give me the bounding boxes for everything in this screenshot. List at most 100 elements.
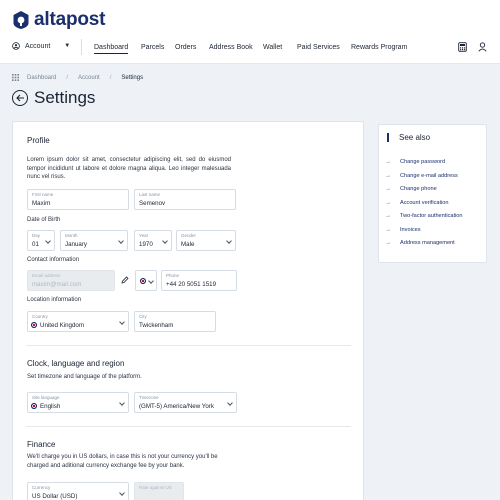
calculator-icon[interactable]: [458, 42, 467, 52]
finance-description: We'll charge you in US dollars, in case …: [27, 454, 218, 469]
arrow-right-icon: →: [385, 240, 391, 246]
email-label: Email address: [32, 273, 61, 278]
section-divider: [26, 345, 351, 346]
email-value: maxim@mail.com: [32, 281, 82, 288]
profile-title: Profile: [27, 136, 50, 145]
phone-label: Phone: [166, 273, 180, 278]
breadcrumb: Dashboard / Account / Settings: [12, 74, 143, 81]
see-also-link[interactable]: → Change e-mail address: [385, 173, 458, 179]
clock-description: Set timezone and language of the platfor…: [27, 374, 142, 380]
timezone-select[interactable]: Timezone (GMT-5) America/New York: [134, 392, 237, 413]
uk-flag-icon: [140, 278, 146, 284]
chevron-down-icon: [119, 490, 125, 496]
nav-orders[interactable]: Orders: [175, 44, 196, 51]
first-name-field[interactable]: First name Maxim: [27, 189, 129, 210]
brand-name: altapost: [34, 9, 106, 30]
link-label: Account verification: [400, 200, 449, 206]
chevron-down-icon: [162, 238, 168, 244]
see-also-card: See also → Change password → Change e-mail…: [378, 124, 487, 263]
link-label: Address management: [400, 240, 455, 246]
contact-label: Contact information: [27, 257, 80, 263]
page-header: Settings: [12, 88, 95, 108]
link-label: Change password: [400, 159, 446, 165]
email-field: Email address maxim@mail.com: [27, 270, 115, 291]
gender-value: Male: [181, 241, 195, 248]
see-also-title: See also: [387, 133, 430, 142]
user-circle-icon: [12, 42, 20, 50]
nav-parcels[interactable]: Parcels: [141, 44, 164, 51]
nav-paid-services[interactable]: Paid Services: [297, 44, 340, 51]
last-name-value: Semenov: [139, 200, 166, 207]
year-value: 1970: [139, 241, 153, 248]
timezone-value: (GMT-5) America/New York: [139, 403, 214, 410]
arrow-right-icon: →: [385, 186, 391, 192]
settings-card: Profile Lorem ipsum dolor sit amet, cons…: [12, 121, 364, 500]
month-label: Month: [65, 233, 78, 238]
chevron-down-icon: [119, 400, 125, 406]
breadcrumb-dashboard[interactable]: Dashboard: [27, 75, 56, 81]
link-label: Two-factor authentication: [400, 213, 463, 219]
phone-value: +44 20 5051 1519: [166, 281, 217, 288]
day-value: 01: [32, 241, 39, 248]
location-label: Location information: [27, 297, 82, 303]
site-language-select[interactable]: Site language English: [27, 392, 129, 413]
see-also-link[interactable]: → Two-factor authentication: [385, 213, 463, 219]
last-name-label: Last name: [139, 192, 161, 197]
city-field[interactable]: City Twickenham: [134, 311, 216, 332]
chevron-down-icon: [45, 238, 51, 244]
nav-dashboard[interactable]: Dashboard: [94, 44, 129, 54]
month-value: January: [65, 241, 88, 248]
nav-wallet[interactable]: Wallet: [263, 44, 282, 51]
user-icon[interactable]: [478, 42, 487, 52]
timezone-label: Timezone: [139, 395, 159, 400]
back-button[interactable]: [12, 90, 28, 106]
top-header: altapost Account ▼ Dashboard Parcels Ord…: [0, 0, 500, 64]
uk-flag-icon: [31, 322, 37, 328]
currency-label: Currency: [32, 485, 51, 490]
see-also-link[interactable]: → Address management: [385, 240, 455, 246]
breadcrumb-separator: /: [109, 74, 112, 81]
see-also-link[interactable]: → Change phone: [385, 186, 437, 192]
country-select[interactable]: Country United Kingdom: [27, 311, 129, 332]
currency-select[interactable]: Currency US Dollar (USD): [27, 482, 129, 500]
grid-icon[interactable]: [12, 74, 19, 81]
clock-title: Clock, language and region: [27, 359, 125, 368]
arrow-left-icon: [15, 94, 24, 102]
logo[interactable]: altapost: [12, 9, 105, 31]
last-name-field[interactable]: Last name Semenov: [134, 189, 236, 210]
day-select[interactable]: Day 01: [27, 230, 55, 251]
account-menu[interactable]: Account ▼: [12, 42, 70, 50]
see-also-link[interactable]: → Account verification: [385, 200, 449, 206]
site-language-label: Site language: [32, 395, 60, 400]
arrow-right-icon: →: [385, 227, 391, 233]
accent-bar: [387, 133, 389, 142]
country-value: United Kingdom: [40, 322, 85, 329]
month-select[interactable]: Month January: [60, 230, 128, 251]
header-divider: [81, 39, 82, 55]
phone-country-select[interactable]: [135, 270, 157, 291]
exchange-rate-field: Rate against US: [134, 482, 184, 500]
year-select[interactable]: Year 1970: [134, 230, 172, 251]
first-name-label: First name: [32, 192, 54, 197]
chevron-down-icon: [227, 400, 233, 406]
gender-label: Gender: [181, 233, 197, 238]
year-label: Year: [139, 233, 149, 238]
link-label: Change e-mail address: [400, 173, 458, 179]
breadcrumb-account[interactable]: Account: [78, 75, 100, 81]
breadcrumb-separator: /: [66, 74, 69, 81]
day-label: Day: [32, 233, 41, 238]
phone-field[interactable]: Phone +44 20 5051 1519: [161, 270, 237, 291]
see-also-link[interactable]: → Invoices: [385, 227, 421, 233]
chevron-down-icon: [226, 238, 232, 244]
arrow-right-icon: →: [385, 173, 391, 179]
currency-value: US Dollar (USD): [32, 493, 78, 500]
nav-address-book[interactable]: Address Book: [209, 44, 253, 51]
nav-rewards-program[interactable]: Rewards Program: [351, 44, 407, 51]
arrow-right-icon: →: [385, 159, 391, 165]
chevron-down-icon: [118, 238, 124, 244]
site-language-value: English: [40, 403, 61, 410]
arrow-right-icon: →: [385, 200, 391, 206]
pencil-icon[interactable]: [121, 276, 129, 284]
see-also-link[interactable]: → Change password: [385, 159, 445, 165]
gender-select[interactable]: Gender Male: [176, 230, 236, 251]
